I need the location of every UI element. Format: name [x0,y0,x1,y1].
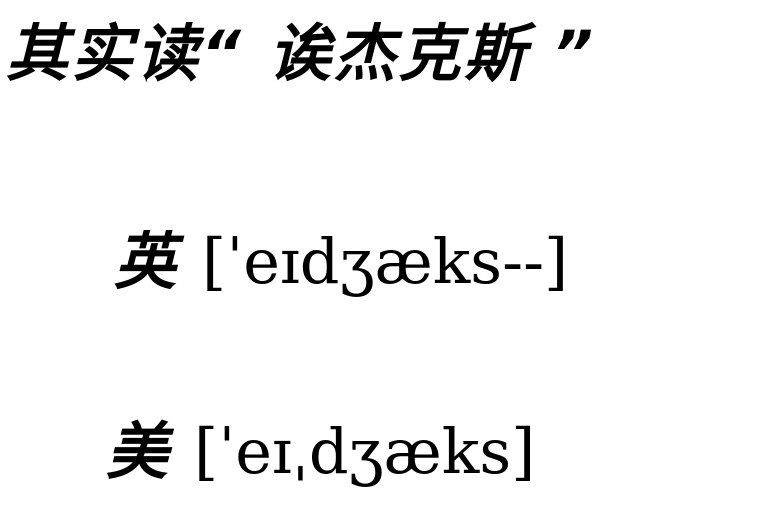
british-pronunciation-row: 英 [ˈeɪdʒæks--] [114,212,568,312]
american-pronunciation-row: 美 [ˈeɪˌdʒæks] [106,402,535,502]
headline: 其实读“ 诶杰克斯 ” [6,17,597,90]
american-label: 美 [106,415,169,488]
british-label: 英 [114,225,177,298]
british-ipa: [ˈeɪdʒæks--] [202,225,569,298]
pronunciation-card: 其实读“ 诶杰克斯 ” 英 [ˈeɪdʒæks--] 美 [ˈeɪˌdʒæks] [0,0,782,508]
american-ipa: [ˈeɪˌdʒæks] [194,415,536,488]
